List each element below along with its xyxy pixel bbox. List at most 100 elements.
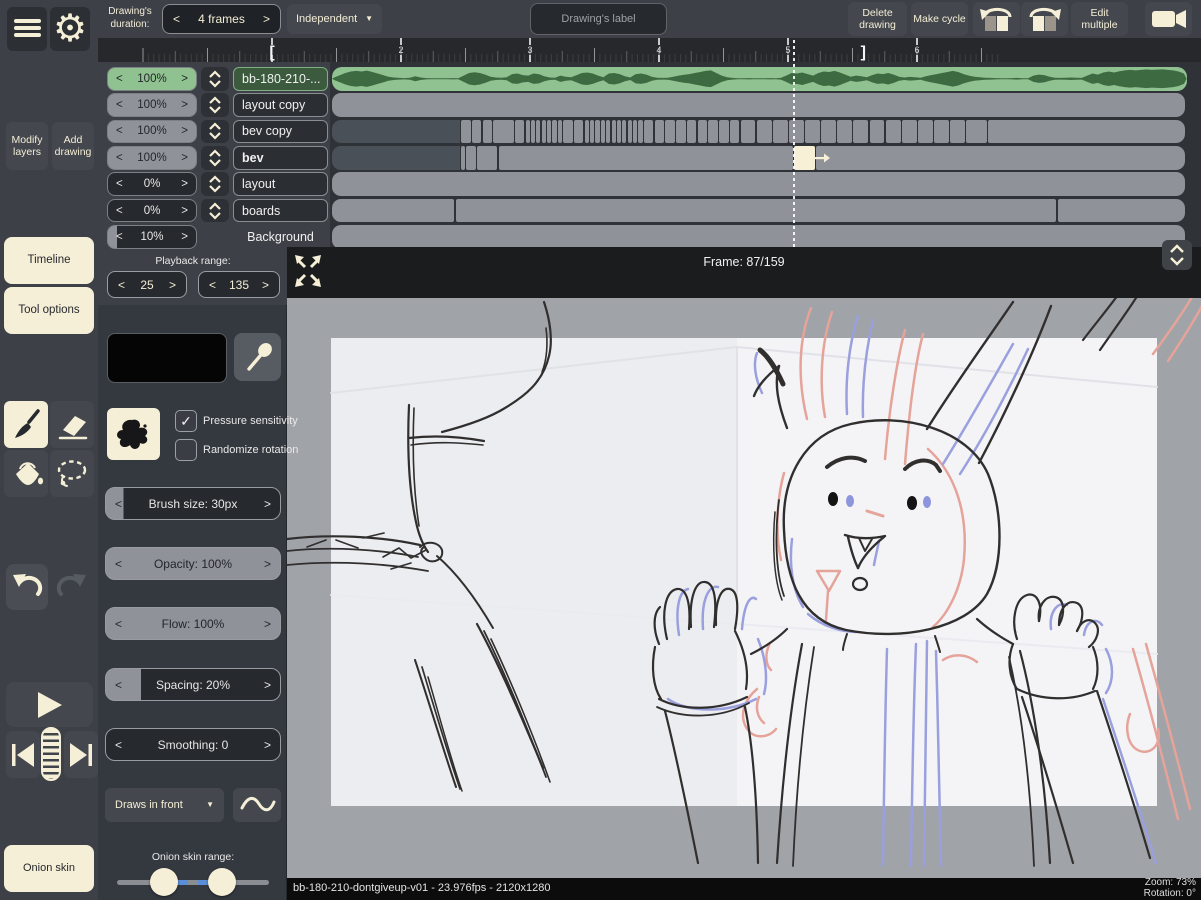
layer-name[interactable]: layout — [233, 172, 328, 196]
timeline-segment[interactable] — [966, 120, 986, 144]
layer-opacity-stepper[interactable]: <100%> — [107, 146, 197, 170]
timeline-segment[interactable] — [332, 93, 1185, 117]
frame-scrubber[interactable] — [41, 727, 61, 781]
eraser-tool-button[interactable] — [50, 401, 94, 448]
timeline-segment[interactable] — [757, 120, 772, 144]
flow-slider[interactable]: < Flow: 100% > — [105, 607, 281, 640]
edit-multiple-button[interactable]: Edit multiple — [1071, 2, 1128, 36]
layer-name[interactable]: bb-180-210-... — [233, 67, 328, 91]
timeline-segment[interactable] — [558, 120, 562, 144]
current-drawing-block[interactable] — [794, 146, 815, 170]
brush-tool-button[interactable] — [4, 401, 48, 448]
drawing-label-input[interactable]: Drawing's label — [530, 3, 667, 35]
eyedropper-button[interactable] — [234, 333, 281, 381]
timeline-segment[interactable] — [531, 120, 535, 144]
layer-reorder-button[interactable] — [201, 199, 229, 223]
stepper-right[interactable]: > — [169, 278, 176, 292]
lasso-tool-button[interactable] — [50, 450, 94, 497]
tab-timeline[interactable]: Timeline — [4, 237, 94, 284]
stepper-right[interactable]: > — [262, 278, 269, 292]
timeline-segment[interactable] — [332, 172, 1185, 196]
timeline-segment[interactable] — [950, 120, 965, 144]
timeline-segment[interactable] — [606, 120, 610, 144]
timeline-segment[interactable] — [332, 225, 1185, 249]
timeline-segment[interactable] — [542, 120, 546, 144]
timeline-segment[interactable] — [628, 120, 632, 144]
timeline-segment[interactable] — [612, 120, 616, 144]
modify-layers-button[interactable]: Modify layers — [6, 122, 48, 170]
flip-right-button[interactable] — [1021, 2, 1068, 36]
timeline-segment[interactable] — [821, 120, 836, 144]
timeline-segment[interactable] — [622, 120, 626, 144]
timeline-segment[interactable] — [676, 120, 686, 144]
timeline-segment[interactable] — [332, 199, 454, 223]
next-frame-button[interactable] — [64, 731, 98, 778]
timeline-segment[interactable] — [585, 120, 589, 144]
timeline-segment[interactable] — [456, 199, 1057, 223]
timeline-segment[interactable] — [644, 120, 654, 144]
tab-tool-options[interactable]: Tool options — [4, 287, 94, 334]
onion-skin-button[interactable]: Onion skin — [4, 845, 94, 892]
frame-ruler[interactable]: 23456[] — [98, 38, 1201, 62]
layer-reorder-button[interactable] — [201, 146, 229, 170]
onion-range-slider[interactable] — [110, 866, 276, 898]
make-cycle-button[interactable]: Make cycle — [911, 2, 968, 36]
stepper-left[interactable]: < — [209, 278, 216, 292]
layer-opacity-stepper[interactable]: <0%> — [107, 199, 197, 223]
stepper-left[interactable]: < — [115, 738, 122, 752]
timeline-segment[interactable] — [655, 120, 665, 144]
timeline-segment[interactable] — [472, 120, 482, 144]
stepper-right[interactable]: > — [264, 617, 271, 631]
prev-frame-button[interactable] — [6, 731, 40, 778]
layer-reorder-button[interactable] — [201, 93, 229, 117]
layer-name[interactable]: Background — [233, 225, 328, 249]
timeline-segment[interactable] — [638, 120, 642, 144]
layer-opacity-stepper[interactable]: <0%> — [107, 172, 197, 196]
timeline-segment[interactable] — [515, 120, 525, 144]
stepper-right[interactable]: > — [264, 557, 271, 571]
timeline-segment[interactable] — [483, 120, 493, 144]
timeline-segment[interactable] — [526, 120, 530, 144]
undo-button[interactable] — [6, 564, 48, 610]
timeline-segment[interactable] — [773, 120, 788, 144]
layer-opacity-stepper[interactable]: <100%> — [107, 67, 197, 91]
playhead[interactable] — [793, 40, 795, 247]
camera-button[interactable] — [1145, 2, 1192, 36]
stepper-left[interactable]: < — [115, 678, 122, 692]
timeline-collapse-button[interactable] — [1162, 240, 1192, 270]
brush-preview[interactable] — [107, 408, 160, 460]
stepper-left[interactable]: < — [115, 557, 122, 571]
timeline-segment[interactable] — [590, 120, 594, 144]
timeline-segment[interactable] — [853, 120, 868, 144]
layer-name[interactable]: layout copy — [233, 93, 328, 117]
spacing-slider[interactable]: < Spacing: 20% > — [105, 668, 281, 701]
add-drawing-button[interactable]: Add drawing — [52, 122, 94, 170]
settings-button[interactable]: ⚙ — [50, 7, 90, 51]
onion-before-handle[interactable] — [150, 868, 178, 896]
smoothing-slider[interactable]: < Smoothing: 0 > — [105, 728, 281, 761]
timeline-segment[interactable] — [536, 120, 540, 144]
timeline-segment[interactable] — [461, 146, 465, 170]
timeline-segment[interactable] — [934, 120, 949, 144]
timeline-segment[interactable] — [601, 120, 605, 144]
timeline-segment[interactable] — [719, 120, 729, 144]
stepper-right[interactable]: > — [263, 12, 270, 26]
timeline-segment[interactable] — [805, 120, 820, 144]
timeline-segment[interactable] — [547, 120, 551, 144]
timeline-segment[interactable] — [461, 120, 471, 144]
timeline-segment[interactable] — [499, 146, 793, 170]
randomize-rotation-checkbox[interactable] — [175, 439, 197, 461]
current-drawing-handle[interactable] — [815, 151, 831, 165]
stepper-left[interactable]: < — [173, 12, 180, 26]
timeline-segment[interactable] — [617, 120, 621, 144]
timeline-segment[interactable] — [595, 120, 599, 144]
timeline-segment[interactable] — [837, 120, 852, 144]
brush-size-slider[interactable]: < Brush size: 30px > — [105, 487, 281, 520]
drawing-canvas[interactable] — [287, 298, 1201, 878]
timeline-tracks[interactable] — [330, 62, 1201, 247]
timeline-segment[interactable] — [687, 120, 697, 144]
layer-opacity-stepper[interactable]: <100%> — [107, 93, 197, 117]
menu-button[interactable] — [7, 7, 47, 51]
timeline-segment[interactable] — [698, 120, 708, 144]
canvas-area[interactable] — [287, 298, 1201, 878]
